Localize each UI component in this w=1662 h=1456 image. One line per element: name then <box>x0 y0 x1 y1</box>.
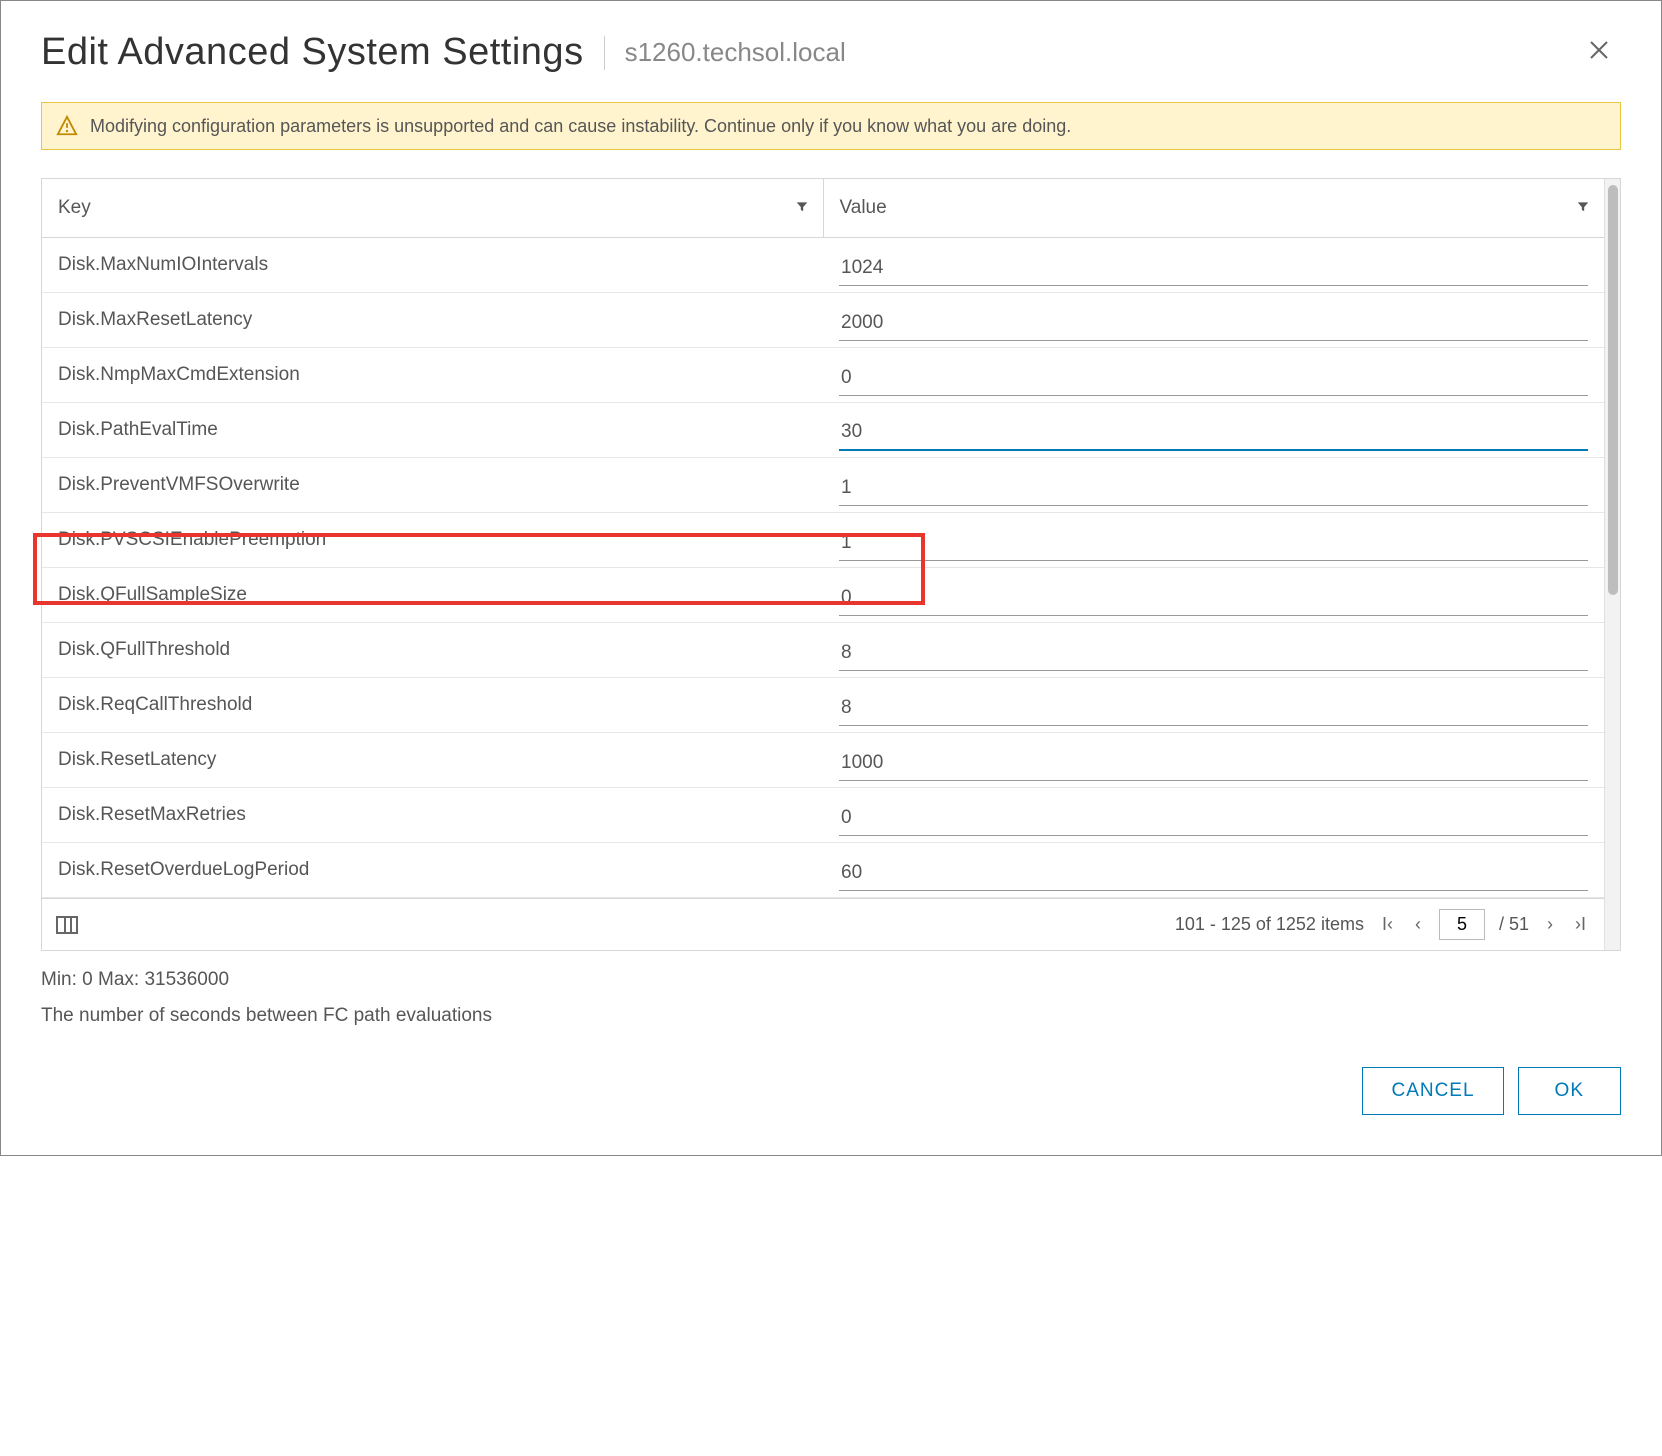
filter-icon[interactable] <box>1576 200 1590 217</box>
table-row: Disk.ResetMaxRetries <box>42 788 1604 843</box>
pager-summary: 101 - 125 of 1252 items <box>1175 914 1364 935</box>
header-left: Edit Advanced System Settings s1260.tech… <box>41 31 846 74</box>
setting-value-cell <box>823 843 1604 898</box>
cancel-button[interactable]: CANCEL <box>1362 1067 1503 1115</box>
pager-prev-icon[interactable]: ‹ <box>1411 912 1425 937</box>
table-row: Disk.ResetOverdueLogPeriod <box>42 843 1604 898</box>
title-divider <box>604 36 605 70</box>
table-row: Disk.ResetLatency <box>42 733 1604 788</box>
setting-key: Disk.ResetLatency <box>42 733 823 788</box>
setting-value-input[interactable] <box>839 526 1588 561</box>
setting-key: Disk.ResetOverdueLogPeriod <box>42 843 823 898</box>
table-row: Disk.PreventVMFSOverwrite <box>42 458 1604 513</box>
setting-value-input[interactable] <box>839 746 1588 781</box>
setting-value-cell <box>823 678 1604 733</box>
setting-value-cell <box>823 513 1604 568</box>
table-row: Disk.ReqCallThreshold <box>42 678 1604 733</box>
warning-text: Modifying configuration parameters is un… <box>90 116 1071 137</box>
setting-value-cell <box>823 568 1604 623</box>
pager-page-input[interactable] <box>1439 909 1485 940</box>
settings-table-container: Key Value Disk.MaxNumIOIntervalsDisk.Max… <box>41 178 1621 951</box>
setting-key: Disk.PathEvalTime <box>42 403 823 458</box>
vertical-scrollbar[interactable] <box>1604 179 1620 950</box>
dialog-title: Edit Advanced System Settings <box>41 31 584 74</box>
pager-first-icon[interactable]: I‹ <box>1378 912 1397 937</box>
table-row: Disk.QFullSampleSize <box>42 568 1604 623</box>
setting-value-cell <box>823 733 1604 788</box>
setting-key: Disk.MaxResetLatency <box>42 293 823 348</box>
ok-button[interactable]: OK <box>1518 1067 1621 1115</box>
setting-key: Disk.ResetMaxRetries <box>42 788 823 843</box>
table-row: Disk.NmpMaxCmdExtension <box>42 348 1604 403</box>
setting-value-input[interactable] <box>839 361 1588 396</box>
table-row: Disk.MaxNumIOIntervals <box>42 238 1604 293</box>
settings-tbody: Disk.MaxNumIOIntervalsDisk.MaxResetLaten… <box>42 238 1604 898</box>
dialog-buttons: CANCEL OK <box>41 1067 1621 1115</box>
table-footer: 101 - 125 of 1252 items I‹ ‹ / 51 › ›I <box>42 898 1604 950</box>
table-row: Disk.MaxResetLatency <box>42 293 1604 348</box>
setting-value-input[interactable] <box>839 801 1588 836</box>
setting-value-input[interactable] <box>839 581 1588 616</box>
table-row: Disk.PathEvalTime <box>42 403 1604 458</box>
setting-value-input[interactable] <box>839 691 1588 726</box>
setting-key: Disk.QFullThreshold <box>42 623 823 678</box>
filter-icon[interactable] <box>795 200 809 217</box>
table-row: Disk.PVSCSIEnablePreemption <box>42 513 1604 568</box>
detail-pane: Min: 0 Max: 31536000 The number of secon… <box>41 969 1621 1027</box>
column-picker-icon[interactable] <box>56 916 78 934</box>
table-row: Disk.QFullThreshold <box>42 623 1604 678</box>
setting-value-cell <box>823 348 1604 403</box>
setting-key: Disk.ReqCallThreshold <box>42 678 823 733</box>
setting-value-input[interactable] <box>839 471 1588 506</box>
setting-value-cell <box>823 403 1604 458</box>
column-header-value-label: Value <box>840 197 887 218</box>
pager: 101 - 125 of 1252 items I‹ ‹ / 51 › ›I <box>1175 909 1590 940</box>
dialog-subtitle: s1260.techsol.local <box>625 37 846 68</box>
setting-value-cell <box>823 788 1604 843</box>
setting-value-cell <box>823 458 1604 513</box>
setting-value-input[interactable] <box>839 856 1588 891</box>
setting-value-input[interactable] <box>839 415 1588 451</box>
close-icon[interactable] <box>1577 33 1621 73</box>
advanced-settings-dialog: Edit Advanced System Settings s1260.tech… <box>0 0 1662 1156</box>
scrollbar-thumb[interactable] <box>1608 185 1618 595</box>
setting-value-input[interactable] <box>839 636 1588 671</box>
setting-value-cell <box>823 238 1604 293</box>
pager-last-icon[interactable]: ›I <box>1571 912 1590 937</box>
column-header-key-label: Key <box>58 197 91 218</box>
warning-alert: Modifying configuration parameters is un… <box>41 102 1621 150</box>
settings-table: Key Value Disk.MaxNumIOIntervalsDisk.Max… <box>42 179 1604 898</box>
setting-value-cell <box>823 293 1604 348</box>
settings-table-scroll: Key Value Disk.MaxNumIOIntervalsDisk.Max… <box>42 179 1604 950</box>
pager-total-pages-value: 51 <box>1509 914 1529 934</box>
setting-key: Disk.PreventVMFSOverwrite <box>42 458 823 513</box>
column-header-key[interactable]: Key <box>42 179 823 238</box>
setting-key: Disk.QFullSampleSize <box>42 568 823 623</box>
pager-next-icon[interactable]: › <box>1543 912 1557 937</box>
setting-key: Disk.MaxNumIOIntervals <box>42 238 823 293</box>
setting-value-cell <box>823 623 1604 678</box>
dialog-header: Edit Advanced System Settings s1260.tech… <box>41 31 1621 74</box>
setting-key: Disk.PVSCSIEnablePreemption <box>42 513 823 568</box>
setting-value-input[interactable] <box>839 251 1588 286</box>
pager-total-pages: / 51 <box>1499 914 1529 935</box>
setting-key: Disk.NmpMaxCmdExtension <box>42 348 823 403</box>
detail-description: The number of seconds between FC path ev… <box>41 1005 1621 1027</box>
setting-value-input[interactable] <box>839 306 1588 341</box>
detail-range: Min: 0 Max: 31536000 <box>41 969 1621 991</box>
column-header-value[interactable]: Value <box>823 179 1604 238</box>
warning-icon <box>56 115 78 137</box>
